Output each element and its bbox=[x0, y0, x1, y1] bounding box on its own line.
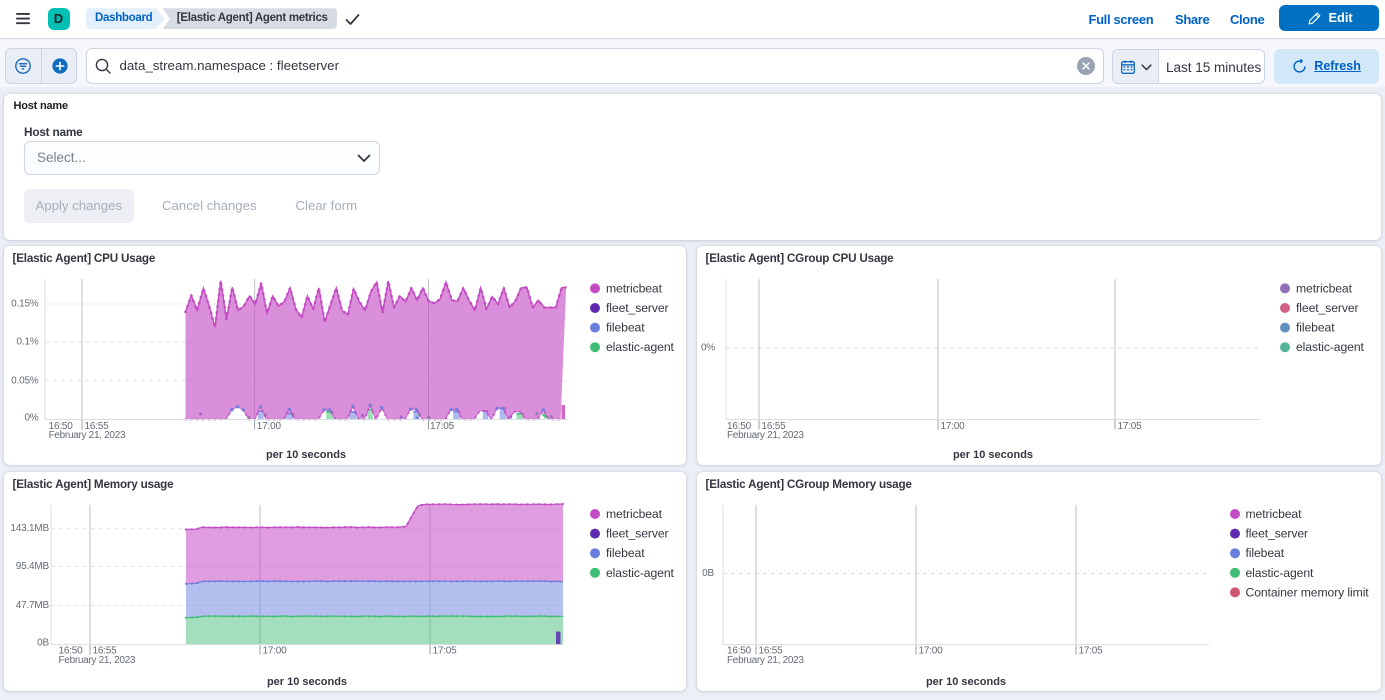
svg-text:February 21, 2023: February 21, 2023 bbox=[59, 655, 136, 666]
svg-text:February 21, 2023: February 21, 2023 bbox=[49, 430, 126, 441]
svg-text:0B: 0B bbox=[702, 568, 714, 579]
svg-text:17:05: 17:05 bbox=[1079, 646, 1104, 657]
svg-text:0.1%: 0.1% bbox=[17, 337, 39, 348]
svg-text:143.1MB: 143.1MB bbox=[10, 523, 49, 534]
svg-text:0.15%: 0.15% bbox=[11, 299, 39, 310]
svg-text:metricbeat: metricbeat bbox=[1296, 281, 1353, 295]
svg-text:metricbeat: metricbeat bbox=[1246, 507, 1303, 521]
svg-text:fleet_server: fleet_server bbox=[1296, 301, 1359, 315]
svg-text:metricbeat: metricbeat bbox=[606, 507, 663, 521]
svg-text:per 10 seconds: per 10 seconds bbox=[926, 676, 1006, 688]
svg-text:elastic-agent: elastic-agent bbox=[1296, 340, 1365, 354]
svg-text:95.4MB: 95.4MB bbox=[16, 561, 50, 572]
svg-text:17:05: 17:05 bbox=[1118, 421, 1143, 432]
svg-text:per 10 seconds: per 10 seconds bbox=[953, 449, 1033, 461]
svg-text:0B: 0B bbox=[37, 638, 49, 649]
svg-text:filebeat: filebeat bbox=[1296, 321, 1335, 335]
svg-text:0.05%: 0.05% bbox=[11, 376, 39, 387]
svg-text:17:00: 17:00 bbox=[263, 646, 288, 657]
svg-text:February 21, 2023: February 21, 2023 bbox=[727, 655, 804, 666]
svg-text:17:00: 17:00 bbox=[919, 646, 944, 657]
svg-text:filebeat: filebeat bbox=[606, 546, 645, 560]
svg-text:elastic-agent: elastic-agent bbox=[606, 566, 675, 580]
svg-text:metricbeat: metricbeat bbox=[606, 281, 663, 295]
svg-text:Container memory limit: Container memory limit bbox=[1246, 585, 1370, 599]
svg-text:0%: 0% bbox=[24, 413, 38, 424]
svg-text:47.7MB: 47.7MB bbox=[16, 600, 50, 611]
svg-text:per 10 seconds: per 10 seconds bbox=[266, 449, 346, 461]
svg-text:filebeat: filebeat bbox=[1246, 546, 1285, 560]
svg-text:17:05: 17:05 bbox=[430, 421, 455, 432]
svg-text:fleet_server: fleet_server bbox=[606, 301, 669, 315]
svg-text:elastic-agent: elastic-agent bbox=[1246, 566, 1315, 580]
svg-text:February 21, 2023: February 21, 2023 bbox=[727, 430, 804, 441]
svg-text:17:00: 17:00 bbox=[257, 421, 282, 432]
svg-text:elastic-agent: elastic-agent bbox=[606, 340, 675, 354]
svg-text:0%: 0% bbox=[701, 343, 715, 354]
svg-text:17:00: 17:00 bbox=[941, 421, 966, 432]
svg-text:17:05: 17:05 bbox=[433, 646, 458, 657]
svg-text:per 10 seconds: per 10 seconds bbox=[267, 676, 347, 688]
svg-text:filebeat: filebeat bbox=[606, 321, 645, 335]
svg-text:fleet_server: fleet_server bbox=[1246, 527, 1309, 541]
svg-text:fleet_server: fleet_server bbox=[606, 527, 669, 541]
